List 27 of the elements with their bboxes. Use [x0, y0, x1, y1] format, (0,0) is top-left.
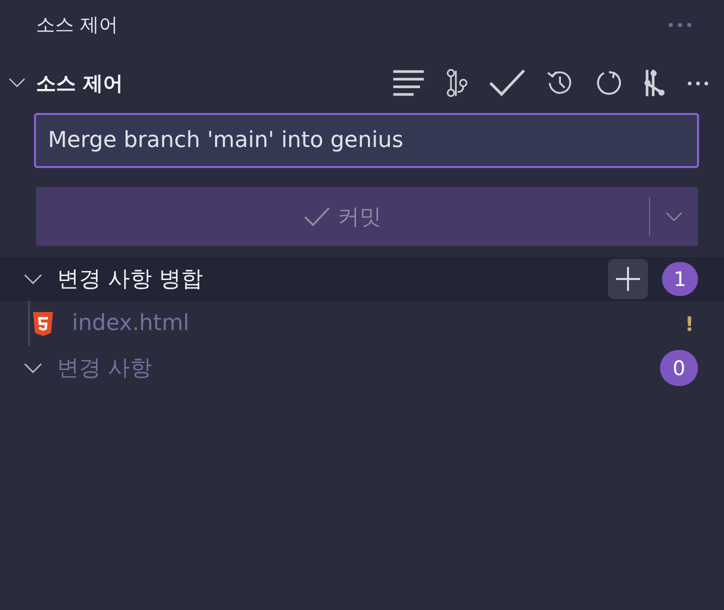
chevron-icon[interactable]	[23, 274, 43, 284]
refresh-icon[interactable]	[595, 69, 623, 97]
stage-all-button[interactable]	[608, 259, 648, 299]
check-icon[interactable]	[488, 69, 525, 97]
text-lines-icon[interactable]	[392, 69, 426, 97]
chevron-icon	[664, 212, 682, 222]
chevron-icon[interactable]	[8, 78, 26, 88]
changes-group-header[interactable]: 변경 사항 0	[0, 346, 724, 390]
group-title: 변경 사항 병합	[57, 266, 203, 294]
count-badge: 1	[662, 262, 698, 296]
group-title: 변경 사항	[57, 355, 152, 383]
changes-group-header[interactable]: 변경 사항 병합 1	[0, 257, 724, 301]
panel-title: 소스 제어	[36, 13, 118, 38]
count-badge: 0	[660, 350, 698, 386]
html5-file-icon	[33, 312, 53, 336]
file-item[interactable]: index.html !	[30, 301, 724, 346]
history-icon[interactable]	[546, 69, 574, 97]
conflict-status: !	[684, 312, 694, 336]
check-icon	[304, 206, 330, 226]
chevron-icon[interactable]	[23, 362, 43, 374]
graph-nodes-icon[interactable]	[644, 69, 665, 97]
section-title: 소스 제어	[36, 70, 123, 96]
branch-nodes-icon[interactable]	[446, 69, 468, 97]
file-name: index.html	[72, 311, 190, 336]
commit-message-field[interactable]: Merge branch 'main' into genius	[34, 113, 699, 168]
more-icon[interactable]	[686, 80, 710, 86]
plus-icon	[616, 267, 640, 291]
